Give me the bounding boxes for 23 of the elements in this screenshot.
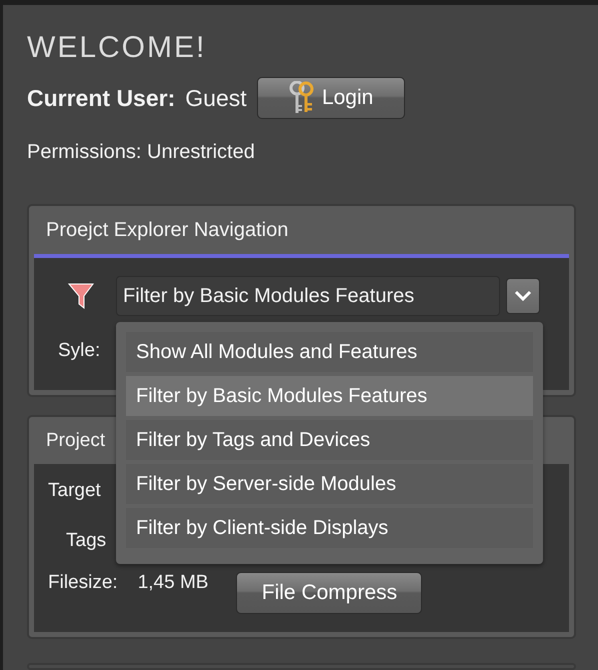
user-label: Current User: bbox=[27, 84, 176, 112]
dropdown-option[interactable]: Filter by Basic Modules Features bbox=[126, 376, 533, 416]
dropdown-button[interactable] bbox=[506, 278, 540, 314]
chevron-icon bbox=[514, 290, 532, 302]
filesize-value: 1,45 MB bbox=[138, 572, 208, 594]
login-button[interactable]: Login bbox=[256, 77, 405, 119]
panel-title: Proejct Explorer Navigation bbox=[45, 218, 290, 243]
filesize-label: Filesize: bbox=[48, 572, 118, 594]
style-label: Syle: bbox=[58, 340, 100, 362]
welcome-title: WELCOME! bbox=[27, 31, 206, 65]
keys-icon bbox=[288, 81, 316, 115]
panel-title: Project bbox=[45, 429, 106, 453]
permissions-text: Permissions: Unrestricted bbox=[27, 141, 255, 164]
user-name: Guest bbox=[185, 84, 247, 112]
target-label: Target bbox=[48, 480, 101, 502]
funnel-icon bbox=[68, 282, 94, 310]
dropdown-option[interactable]: Filter by Tags and Devices bbox=[126, 420, 533, 460]
dropdown-option[interactable]: Filter by Client-side Displays bbox=[126, 508, 533, 548]
compress-button[interactable]: File Compress bbox=[236, 572, 422, 614]
tags-label: Tags bbox=[66, 530, 106, 552]
dropdown-option[interactable]: Filter by Server-side Modules bbox=[126, 464, 533, 504]
filter-dropdown[interactable]: Filter by Basic Modules Features bbox=[116, 276, 500, 316]
dropdown-option[interactable]: Show All Modules and Features bbox=[126, 332, 533, 372]
